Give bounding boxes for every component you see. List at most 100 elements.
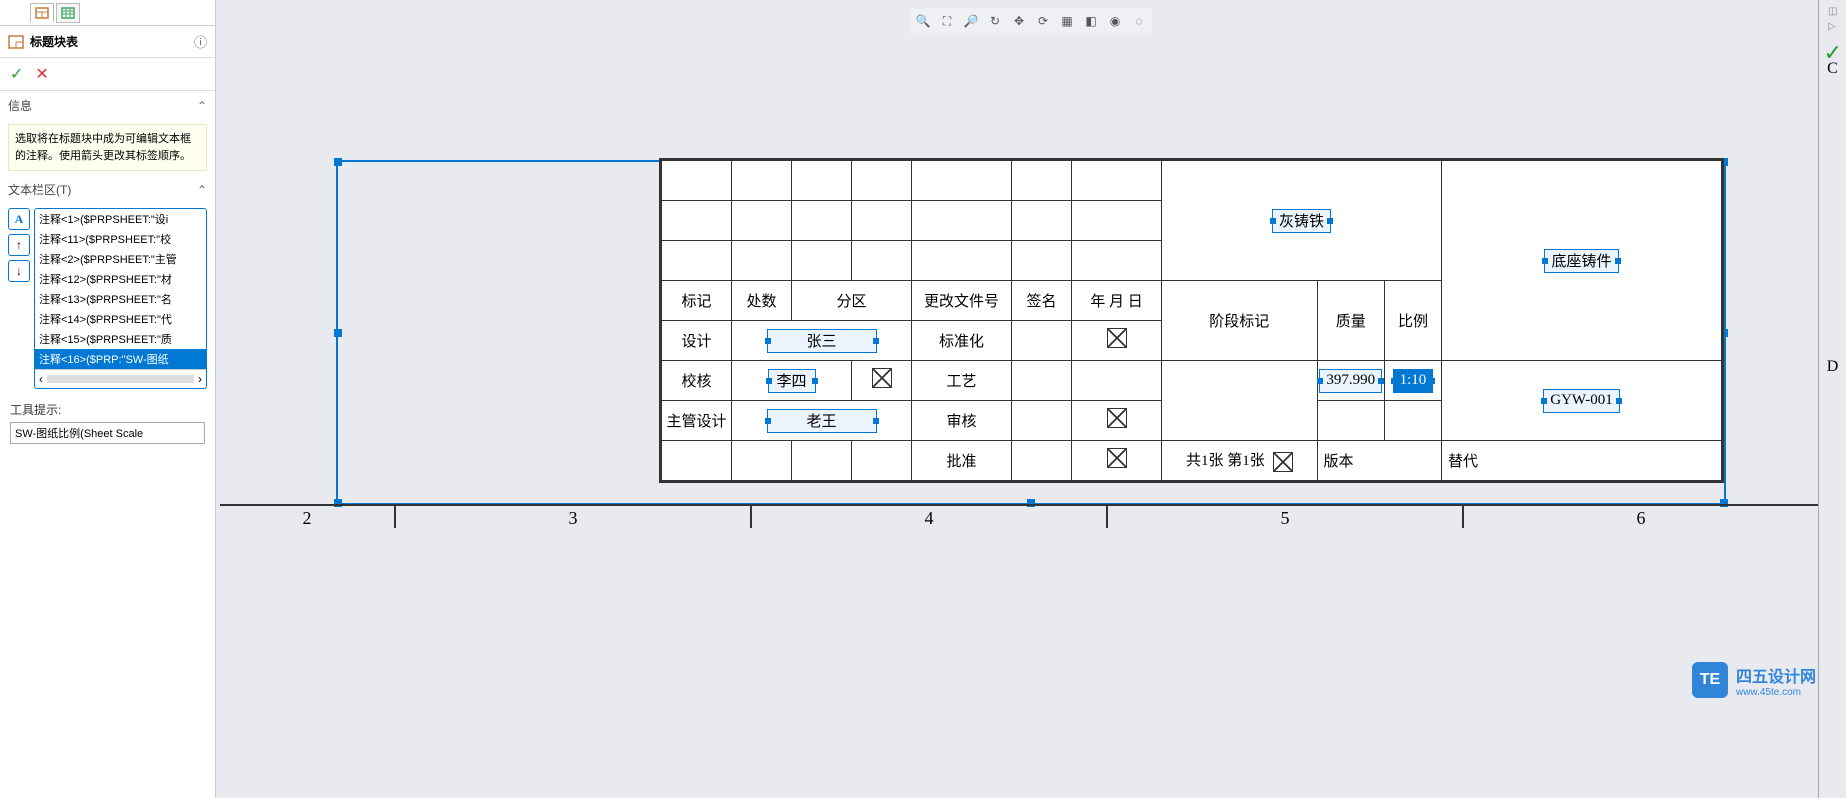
chief-field[interactable]: 老王 <box>767 409 877 433</box>
ruler-segment: 3 <box>396 506 752 528</box>
standardize-label: 标准化 <box>912 321 1012 361</box>
title-block-table: 灰铸铁 底座铸件 标记 处数 分区 更改文件号 签名 年 月 <box>661 160 1722 481</box>
checkbox-icon[interactable] <box>1107 328 1127 348</box>
ruler-segment: 6 <box>1464 506 1818 528</box>
list-item[interactable]: 注释<14>($PRPSHEET:"代 <box>35 309 206 329</box>
panel-tabs <box>0 0 215 26</box>
list-item[interactable]: 注释<11>($PRPSHEET:"校 <box>35 229 206 249</box>
list-item[interactable]: 注释<2>($PRPSHEET:"主管 <box>35 249 206 269</box>
info-message: 选取将在标题块中成为可编辑文本框的注释。使用箭头更改其标签顺序。 <box>8 124 207 171</box>
checker-field[interactable]: 李四 <box>768 369 816 393</box>
sheet-info: 共1张 第1张 <box>1162 441 1318 481</box>
zoom-selection-icon[interactable]: 🔎 <box>962 12 980 30</box>
pan-icon[interactable]: ✥ <box>1010 12 1028 30</box>
scroll-thumb[interactable] <box>47 375 194 383</box>
cube-icon[interactable]: ◧ <box>1082 12 1100 30</box>
substitute-label: 替代 <box>1442 441 1722 481</box>
annotation-list[interactable]: 注释<1>($PRPSHEET:"设i 注释<11>($PRPSHEET:"校 … <box>34 208 207 389</box>
review-label: 审核 <box>912 401 1012 441</box>
mass-field[interactable]: 397.990 <box>1319 369 1382 393</box>
checkbox-icon[interactable] <box>1273 452 1293 472</box>
tooltip-input[interactable] <box>10 422 205 444</box>
col-date: 年 月 日 <box>1072 281 1162 321</box>
property-panel: 标题块表 ⓘ ✓ ✕ 信息 ⌃ 选取将在标题块中成为可编辑文本框的注释。使用箭头… <box>0 0 216 798</box>
scale-label: 比例 <box>1384 281 1441 361</box>
list-hscroll[interactable]: ‹ › <box>35 369 206 388</box>
list-item-selected[interactable]: 注释<16>($PRP:"SW-图纸 <box>35 349 206 369</box>
ruler-segment: 5 <box>1108 506 1464 528</box>
help-icon[interactable]: ⓘ <box>194 32 207 51</box>
appearance-icon[interactable]: ◌ <box>1130 12 1148 30</box>
view-toolbar: 🔍 ⛶ 🔎 ↻ ✥ ⟳ ▦ ◧ ◉ ◌ <box>910 8 1152 34</box>
tooltip-label: 工具提示: <box>0 393 215 420</box>
stage-mark-label: 阶段标记 <box>1162 281 1318 361</box>
taskpane-tabs: ◫ ▷ <box>1828 6 1844 32</box>
list-item[interactable]: 注释<15>($PRPSHEET:"质 <box>35 329 206 349</box>
selection-handle[interactable] <box>334 329 342 337</box>
col-zone: 分区 <box>792 281 912 321</box>
ok-button[interactable]: ✓ <box>10 64 23 84</box>
drawing-canvas[interactable]: 🔍 ⛶ 🔎 ↻ ✥ ⟳ ▦ ◧ ◉ ◌ <box>216 0 1846 798</box>
part-name-field[interactable]: 底座铸件 <box>1544 249 1618 273</box>
hide-show-icon[interactable]: ◉ <box>1106 12 1124 30</box>
move-down-button[interactable]: ↓ <box>8 260 30 282</box>
checkbox-icon[interactable] <box>872 368 892 388</box>
display-style-icon[interactable]: ▦ <box>1058 12 1076 30</box>
process-label: 工艺 <box>912 361 1012 401</box>
title-block: 灰铸铁 底座铸件 标记 处数 分区 更改文件号 签名 年 月 <box>659 158 1724 483</box>
material-field[interactable]: 灰铸铁 <box>1272 209 1331 233</box>
mass-label: 质量 <box>1317 281 1384 361</box>
watermark-url: www.45te.com <box>1736 687 1816 698</box>
drawing-no-field[interactable]: GYW-001 <box>1543 389 1620 413</box>
checkbox-icon[interactable] <box>1107 448 1127 468</box>
check-label: 校核 <box>662 361 732 401</box>
tab-block-icon[interactable] <box>30 3 54 23</box>
ruler-segment: 2 <box>220 506 396 528</box>
accept-check-icon[interactable]: ✓ <box>1824 40 1842 66</box>
design-label: 设计 <box>662 321 732 361</box>
approve-label: 批准 <box>912 441 1012 481</box>
watermark: TE 四五设计网 www.45te.com <box>1692 662 1816 698</box>
selection-handle[interactable] <box>334 158 342 166</box>
scale-field[interactable]: 1:10 <box>1393 369 1434 393</box>
redraw-icon[interactable]: ⟳ <box>1034 12 1052 30</box>
chevron-up-icon: ⌃ <box>197 183 207 197</box>
chief-design-label: 主管设计 <box>662 401 732 441</box>
scroll-left-icon[interactable]: ‹ <box>39 372 43 386</box>
list-item[interactable]: 注释<13>($PRPSHEET:"名 <box>35 289 206 309</box>
col-places: 处数 <box>732 281 792 321</box>
taskpane-icon[interactable]: ▷ <box>1828 21 1844 32</box>
zoom-fit-icon[interactable]: 🔍 <box>914 12 932 30</box>
col-change-doc: 更改文件号 <box>912 281 1012 321</box>
panel-title: 标题块表 <box>30 33 188 50</box>
confirm-row: ✓ ✕ <box>0 58 215 91</box>
bottom-ruler: 2 3 4 5 6 <box>220 504 1818 528</box>
ruler-segment: 4 <box>752 506 1108 528</box>
ruler-letter: D <box>1827 358 1839 376</box>
rotate-icon[interactable]: ↻ <box>986 12 1004 30</box>
right-ruler: C D <box>1818 0 1846 798</box>
cancel-button[interactable]: ✕ <box>35 64 48 84</box>
version-label: 版本 <box>1317 441 1441 481</box>
font-icon-button[interactable]: A <box>8 208 30 230</box>
panel-header: 标题块表 ⓘ <box>0 26 215 58</box>
list-item[interactable]: 注释<12>($PRPSHEET:"材 <box>35 269 206 289</box>
col-signature: 签名 <box>1012 281 1072 321</box>
col-mark: 标记 <box>662 281 732 321</box>
scroll-right-icon[interactable]: › <box>198 372 202 386</box>
taskpane-icon[interactable]: ◫ <box>1828 6 1844 17</box>
move-up-button[interactable]: ↑ <box>8 234 30 256</box>
checkbox-icon[interactable] <box>1107 408 1127 428</box>
chevron-up-icon: ⌃ <box>197 99 207 113</box>
zoom-window-icon[interactable]: ⛶ <box>938 12 956 30</box>
textfields-section-header[interactable]: 文本栏区(T) ⌃ <box>0 175 215 204</box>
list-item[interactable]: 注释<1>($PRPSHEET:"设i <box>35 209 206 229</box>
selection-outline: 灰铸铁 底座铸件 标记 处数 分区 更改文件号 签名 年 月 <box>336 160 1726 505</box>
title-block-icon <box>8 34 24 50</box>
info-section-header[interactable]: 信息 ⌃ <box>0 91 215 120</box>
watermark-badge: TE <box>1692 662 1728 698</box>
tab-table-icon[interactable] <box>56 3 80 23</box>
designer-field[interactable]: 张三 <box>767 329 877 353</box>
watermark-text: 四五设计网 <box>1736 663 1816 687</box>
text-fields-area: A ↑ ↓ 注释<1>($PRPSHEET:"设i 注释<11>($PRPSHE… <box>8 208 207 389</box>
